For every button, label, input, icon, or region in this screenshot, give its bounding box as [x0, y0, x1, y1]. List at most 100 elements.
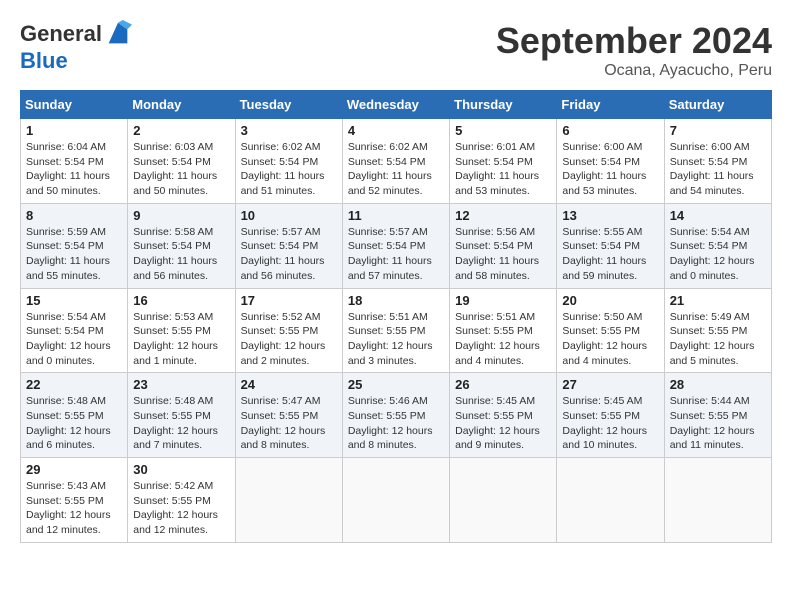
- calendar-day-cell: 4 Sunrise: 6:02 AM Sunset: 5:54 PM Dayli…: [342, 119, 449, 204]
- day-number: 19: [455, 293, 551, 308]
- calendar-week-row: 8 Sunrise: 5:59 AM Sunset: 5:54 PM Dayli…: [21, 203, 772, 288]
- day-number: 3: [241, 123, 337, 138]
- day-info: Sunrise: 5:46 AM Sunset: 5:55 PM Dayligh…: [348, 394, 444, 453]
- calendar-day-cell: 27 Sunrise: 5:45 AM Sunset: 5:55 PM Dayl…: [557, 373, 664, 458]
- calendar-day-cell: 8 Sunrise: 5:59 AM Sunset: 5:54 PM Dayli…: [21, 203, 128, 288]
- day-number: 18: [348, 293, 444, 308]
- day-info: Sunrise: 5:56 AM Sunset: 5:54 PM Dayligh…: [455, 225, 551, 284]
- location-subtitle: Ocana, Ayacucho, Peru: [496, 62, 772, 80]
- day-info: Sunrise: 5:59 AM Sunset: 5:54 PM Dayligh…: [26, 225, 122, 284]
- day-number: 21: [670, 293, 766, 308]
- day-number: 6: [562, 123, 658, 138]
- page-header: General Blue September 2024 Ocana, Ayacu…: [20, 20, 772, 80]
- calendar-day-cell: 1 Sunrise: 6:04 AM Sunset: 5:54 PM Dayli…: [21, 119, 128, 204]
- day-number: 16: [133, 293, 229, 308]
- day-info: Sunrise: 5:51 AM Sunset: 5:55 PM Dayligh…: [348, 310, 444, 369]
- logo-blue-text: Blue: [20, 48, 68, 74]
- day-info: Sunrise: 5:51 AM Sunset: 5:55 PM Dayligh…: [455, 310, 551, 369]
- day-number: 23: [133, 377, 229, 392]
- day-info: Sunrise: 5:43 AM Sunset: 5:55 PM Dayligh…: [26, 479, 122, 538]
- title-block: September 2024 Ocana, Ayacucho, Peru: [496, 20, 772, 80]
- calendar-day-cell: 26 Sunrise: 5:45 AM Sunset: 5:55 PM Dayl…: [450, 373, 557, 458]
- logo-general-text: General: [20, 21, 102, 47]
- day-number: 2: [133, 123, 229, 138]
- calendar-day-cell: 9 Sunrise: 5:58 AM Sunset: 5:54 PM Dayli…: [128, 203, 235, 288]
- calendar-day-cell: [450, 458, 557, 543]
- calendar-day-cell: [557, 458, 664, 543]
- calendar-day-cell: 29 Sunrise: 5:43 AM Sunset: 5:55 PM Dayl…: [21, 458, 128, 543]
- calendar-day-cell: 17 Sunrise: 5:52 AM Sunset: 5:55 PM Dayl…: [235, 288, 342, 373]
- day-info: Sunrise: 6:03 AM Sunset: 5:54 PM Dayligh…: [133, 140, 229, 199]
- calendar-day-cell: 19 Sunrise: 5:51 AM Sunset: 5:55 PM Dayl…: [450, 288, 557, 373]
- calendar-day-cell: 25 Sunrise: 5:46 AM Sunset: 5:55 PM Dayl…: [342, 373, 449, 458]
- calendar-day-cell: 3 Sunrise: 6:02 AM Sunset: 5:54 PM Dayli…: [235, 119, 342, 204]
- day-number: 15: [26, 293, 122, 308]
- calendar-day-cell: 11 Sunrise: 5:57 AM Sunset: 5:54 PM Dayl…: [342, 203, 449, 288]
- calendar-week-row: 15 Sunrise: 5:54 AM Sunset: 5:54 PM Dayl…: [21, 288, 772, 373]
- logo: General Blue: [20, 20, 132, 74]
- calendar-day-cell: 5 Sunrise: 6:01 AM Sunset: 5:54 PM Dayli…: [450, 119, 557, 204]
- calendar-day-cell: [664, 458, 771, 543]
- calendar-day-header: Monday: [128, 91, 235, 119]
- day-number: 24: [241, 377, 337, 392]
- calendar-day-cell: 24 Sunrise: 5:47 AM Sunset: 5:55 PM Dayl…: [235, 373, 342, 458]
- calendar-day-cell: 14 Sunrise: 5:54 AM Sunset: 5:54 PM Dayl…: [664, 203, 771, 288]
- calendar-week-row: 1 Sunrise: 6:04 AM Sunset: 5:54 PM Dayli…: [21, 119, 772, 204]
- day-info: Sunrise: 5:45 AM Sunset: 5:55 PM Dayligh…: [455, 394, 551, 453]
- day-info: Sunrise: 6:01 AM Sunset: 5:54 PM Dayligh…: [455, 140, 551, 199]
- day-info: Sunrise: 5:54 AM Sunset: 5:54 PM Dayligh…: [26, 310, 122, 369]
- day-info: Sunrise: 5:53 AM Sunset: 5:55 PM Dayligh…: [133, 310, 229, 369]
- calendar-day-cell: 15 Sunrise: 5:54 AM Sunset: 5:54 PM Dayl…: [21, 288, 128, 373]
- calendar-table: SundayMondayTuesdayWednesdayThursdayFrid…: [20, 90, 772, 543]
- day-number: 26: [455, 377, 551, 392]
- day-number: 1: [26, 123, 122, 138]
- calendar-day-cell: 21 Sunrise: 5:49 AM Sunset: 5:55 PM Dayl…: [664, 288, 771, 373]
- day-info: Sunrise: 5:57 AM Sunset: 5:54 PM Dayligh…: [348, 225, 444, 284]
- calendar-day-cell: 20 Sunrise: 5:50 AM Sunset: 5:55 PM Dayl…: [557, 288, 664, 373]
- calendar-day-cell: 18 Sunrise: 5:51 AM Sunset: 5:55 PM Dayl…: [342, 288, 449, 373]
- calendar-day-cell: 13 Sunrise: 5:55 AM Sunset: 5:54 PM Dayl…: [557, 203, 664, 288]
- calendar-day-cell: 12 Sunrise: 5:56 AM Sunset: 5:54 PM Dayl…: [450, 203, 557, 288]
- calendar-day-cell: [342, 458, 449, 543]
- calendar-day-header: Friday: [557, 91, 664, 119]
- day-number: 27: [562, 377, 658, 392]
- day-info: Sunrise: 5:45 AM Sunset: 5:55 PM Dayligh…: [562, 394, 658, 453]
- day-info: Sunrise: 5:48 AM Sunset: 5:55 PM Dayligh…: [133, 394, 229, 453]
- day-info: Sunrise: 5:58 AM Sunset: 5:54 PM Dayligh…: [133, 225, 229, 284]
- day-number: 22: [26, 377, 122, 392]
- calendar-day-cell: 22 Sunrise: 5:48 AM Sunset: 5:55 PM Dayl…: [21, 373, 128, 458]
- day-info: Sunrise: 5:44 AM Sunset: 5:55 PM Dayligh…: [670, 394, 766, 453]
- calendar-day-header: Sunday: [21, 91, 128, 119]
- calendar-day-cell: 30 Sunrise: 5:42 AM Sunset: 5:55 PM Dayl…: [128, 458, 235, 543]
- day-number: 14: [670, 208, 766, 223]
- day-info: Sunrise: 5:47 AM Sunset: 5:55 PM Dayligh…: [241, 394, 337, 453]
- day-number: 7: [670, 123, 766, 138]
- day-number: 5: [455, 123, 551, 138]
- calendar-day-cell: 23 Sunrise: 5:48 AM Sunset: 5:55 PM Dayl…: [128, 373, 235, 458]
- calendar-day-cell: 7 Sunrise: 6:00 AM Sunset: 5:54 PM Dayli…: [664, 119, 771, 204]
- day-info: Sunrise: 5:57 AM Sunset: 5:54 PM Dayligh…: [241, 225, 337, 284]
- day-info: Sunrise: 6:00 AM Sunset: 5:54 PM Dayligh…: [562, 140, 658, 199]
- calendar-day-cell: [235, 458, 342, 543]
- month-title: September 2024: [496, 20, 772, 62]
- day-info: Sunrise: 6:02 AM Sunset: 5:54 PM Dayligh…: [241, 140, 337, 199]
- day-info: Sunrise: 6:02 AM Sunset: 5:54 PM Dayligh…: [348, 140, 444, 199]
- day-number: 10: [241, 208, 337, 223]
- calendar-day-cell: 2 Sunrise: 6:03 AM Sunset: 5:54 PM Dayli…: [128, 119, 235, 204]
- day-info: Sunrise: 5:54 AM Sunset: 5:54 PM Dayligh…: [670, 225, 766, 284]
- day-number: 11: [348, 208, 444, 223]
- day-number: 29: [26, 462, 122, 477]
- day-number: 12: [455, 208, 551, 223]
- day-info: Sunrise: 6:04 AM Sunset: 5:54 PM Dayligh…: [26, 140, 122, 199]
- calendar-day-header: Wednesday: [342, 91, 449, 119]
- day-info: Sunrise: 5:52 AM Sunset: 5:55 PM Dayligh…: [241, 310, 337, 369]
- day-number: 8: [26, 208, 122, 223]
- logo-icon: [104, 20, 132, 48]
- calendar-day-cell: 28 Sunrise: 5:44 AM Sunset: 5:55 PM Dayl…: [664, 373, 771, 458]
- calendar-day-header: Thursday: [450, 91, 557, 119]
- calendar-week-row: 29 Sunrise: 5:43 AM Sunset: 5:55 PM Dayl…: [21, 458, 772, 543]
- calendar-day-cell: 6 Sunrise: 6:00 AM Sunset: 5:54 PM Dayli…: [557, 119, 664, 204]
- day-number: 13: [562, 208, 658, 223]
- calendar-day-header: Tuesday: [235, 91, 342, 119]
- day-number: 30: [133, 462, 229, 477]
